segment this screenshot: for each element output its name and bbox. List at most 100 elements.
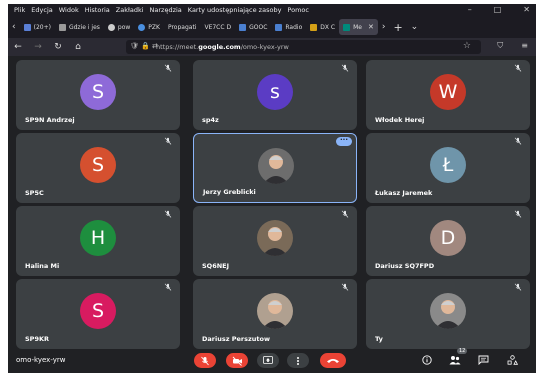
- tile-more-options-icon[interactable]: ···: [336, 137, 352, 146]
- activities-icon[interactable]: [507, 355, 518, 365]
- muted-mic-icon: [514, 64, 522, 72]
- participant-tile[interactable]: S SP9KR: [16, 279, 180, 349]
- camera-off-button[interactable]: [226, 353, 248, 368]
- muted-mic-icon: [164, 64, 172, 72]
- more-vert-icon: [297, 356, 299, 365]
- nav-bar: ← → ↻ ⌂ 🛡 🔒 ⇄ https://meet.google.com/om…: [8, 38, 536, 56]
- tab-5[interactable]: Propagati: [164, 19, 201, 35]
- participant-avatar: S: [80, 74, 116, 110]
- tab-scroll-right-icon[interactable]: ›: [378, 22, 390, 32]
- leave-call-button[interactable]: [320, 353, 346, 368]
- participant-name: Dariusz Perszutow: [202, 335, 270, 343]
- muted-mic-icon: [164, 210, 172, 218]
- url-text: https://meet.google.com/omo-kyex-yrw: [156, 43, 289, 51]
- muted-mic-icon: [514, 137, 522, 145]
- list-tabs-icon[interactable]: ⌄: [407, 22, 423, 32]
- menu-edit[interactable]: Edycja: [31, 6, 52, 14]
- more-options-button[interactable]: [287, 353, 309, 368]
- participant-avatar: S: [80, 147, 116, 183]
- tab-favicon: [138, 23, 146, 31]
- participant-name: SP5C: [25, 189, 44, 197]
- muted-mic-icon: [164, 137, 172, 145]
- participant-name: sp4z: [202, 116, 219, 124]
- participant-name: SP9N Andrzej: [25, 116, 75, 124]
- participant-avatar: H: [80, 220, 116, 256]
- pocket-icon[interactable]: ⛉: [497, 41, 503, 51]
- address-bar[interactable]: 🛡 🔒 ⇄ https://meet.google.com/omo-kyex-y…: [126, 40, 481, 54]
- participant-tile[interactable]: D Dariusz SQ7FPD: [366, 206, 530, 276]
- participant-photo: [257, 293, 293, 329]
- close-icon[interactable]: ✕: [523, 5, 530, 14]
- tab-6[interactable]: VE7CC D: [200, 19, 235, 35]
- present-icon: [263, 356, 273, 364]
- participant-tile[interactable]: Dariusz Perszutow: [193, 279, 357, 349]
- participant-tile[interactable]: H Halina Mi: [16, 206, 180, 276]
- participant-name: Łukasz Jaremek: [375, 189, 433, 197]
- tab-8[interactable]: Radio: [271, 19, 306, 35]
- forward-icon[interactable]: →: [28, 42, 48, 52]
- back-icon[interactable]: ←: [8, 42, 28, 52]
- app-menu-icon[interactable]: ≡: [521, 41, 528, 51]
- browser-window: Plik Edycja Widok Historia Zakładki Narz…: [8, 4, 536, 373]
- menu-view[interactable]: Widok: [59, 6, 79, 14]
- participant-tile[interactable]: W Włodek Herej: [366, 60, 530, 130]
- hang-up-icon: [327, 359, 339, 363]
- participant-count-badge: 12: [457, 348, 468, 354]
- menu-tools[interactable]: Narzędzia: [150, 6, 182, 14]
- maximize-icon[interactable]: □: [494, 5, 502, 14]
- participant-tile[interactable]: Ł Łukasz Jaremek: [366, 133, 530, 203]
- muted-mic-icon: [341, 210, 349, 218]
- muted-mic-icon: [341, 283, 349, 291]
- tab-1[interactable]: (20+): [20, 19, 55, 35]
- participant-avatar: D: [430, 220, 466, 256]
- tab-bar: ‹ (20+) Gdzie i jes pow PZK Propagati VE…: [8, 16, 536, 38]
- tab-2[interactable]: Gdzie i jes: [55, 19, 104, 35]
- home-icon[interactable]: ⌂: [68, 42, 88, 52]
- site-info-icon[interactable]: 🛡 🔒 ⇄: [130, 42, 158, 50]
- bookmark-star-icon[interactable]: ☆: [463, 41, 471, 51]
- participant-tile[interactable]: SQ6NEJ: [193, 206, 357, 276]
- minimize-icon[interactable]: –: [468, 5, 472, 14]
- tab-favicon: [23, 23, 31, 31]
- chat-icon[interactable]: [478, 355, 489, 365]
- participant-tile[interactable]: s sp4z: [193, 60, 357, 130]
- mic-off-icon: [201, 356, 209, 365]
- participant-avatar: W: [430, 74, 466, 110]
- menu-history[interactable]: Historia: [85, 6, 110, 14]
- present-screen-button[interactable]: [257, 353, 279, 368]
- tab-9[interactable]: DX C: [306, 19, 339, 35]
- mic-off-button[interactable]: [194, 353, 216, 368]
- participant-avatar: Ł: [430, 147, 466, 183]
- participant-tile[interactable]: Ty: [366, 279, 530, 349]
- tab-favicon: [58, 23, 66, 31]
- participant-tile[interactable]: S SP5C: [16, 133, 180, 203]
- participant-tile[interactable]: Jerzy Greblicki ···: [193, 133, 357, 203]
- camera-off-icon: [232, 356, 242, 366]
- participant-name: Jerzy Greblicki: [203, 188, 256, 196]
- muted-mic-icon: [514, 283, 522, 291]
- muted-mic-icon: [341, 64, 349, 72]
- menu-containers[interactable]: Karty udostępniające zasoby: [188, 6, 282, 14]
- muted-mic-icon: [514, 210, 522, 218]
- meeting-controls-bar: omo-kyex-yrw 12: [8, 348, 536, 373]
- tab-4[interactable]: PZK: [134, 19, 164, 35]
- info-icon[interactable]: [422, 355, 432, 365]
- tab-favicon: [275, 23, 283, 31]
- tab-3[interactable]: pow: [104, 19, 134, 35]
- tab-favicon: [310, 23, 318, 31]
- menu-file[interactable]: Plik: [14, 6, 25, 14]
- tab-7[interactable]: GOOC: [235, 19, 271, 35]
- tab-meet[interactable]: Me ✕: [339, 19, 378, 35]
- people-icon[interactable]: [449, 355, 461, 365]
- tab-favicon: [239, 23, 247, 31]
- new-tab-icon[interactable]: +: [389, 21, 406, 34]
- menu-bookmarks[interactable]: Zakładki: [116, 6, 144, 14]
- tab-scroll-left-icon[interactable]: ‹: [8, 22, 20, 32]
- participant-name: Ty: [375, 335, 383, 343]
- participant-avatar: s: [257, 74, 293, 110]
- reload-icon[interactable]: ↻: [48, 42, 68, 52]
- meet-favicon: [343, 23, 351, 31]
- menu-help[interactable]: Pomoc: [287, 6, 309, 14]
- participant-tile[interactable]: S SP9N Andrzej: [16, 60, 180, 130]
- tab-close-icon[interactable]: ✕: [368, 23, 374, 31]
